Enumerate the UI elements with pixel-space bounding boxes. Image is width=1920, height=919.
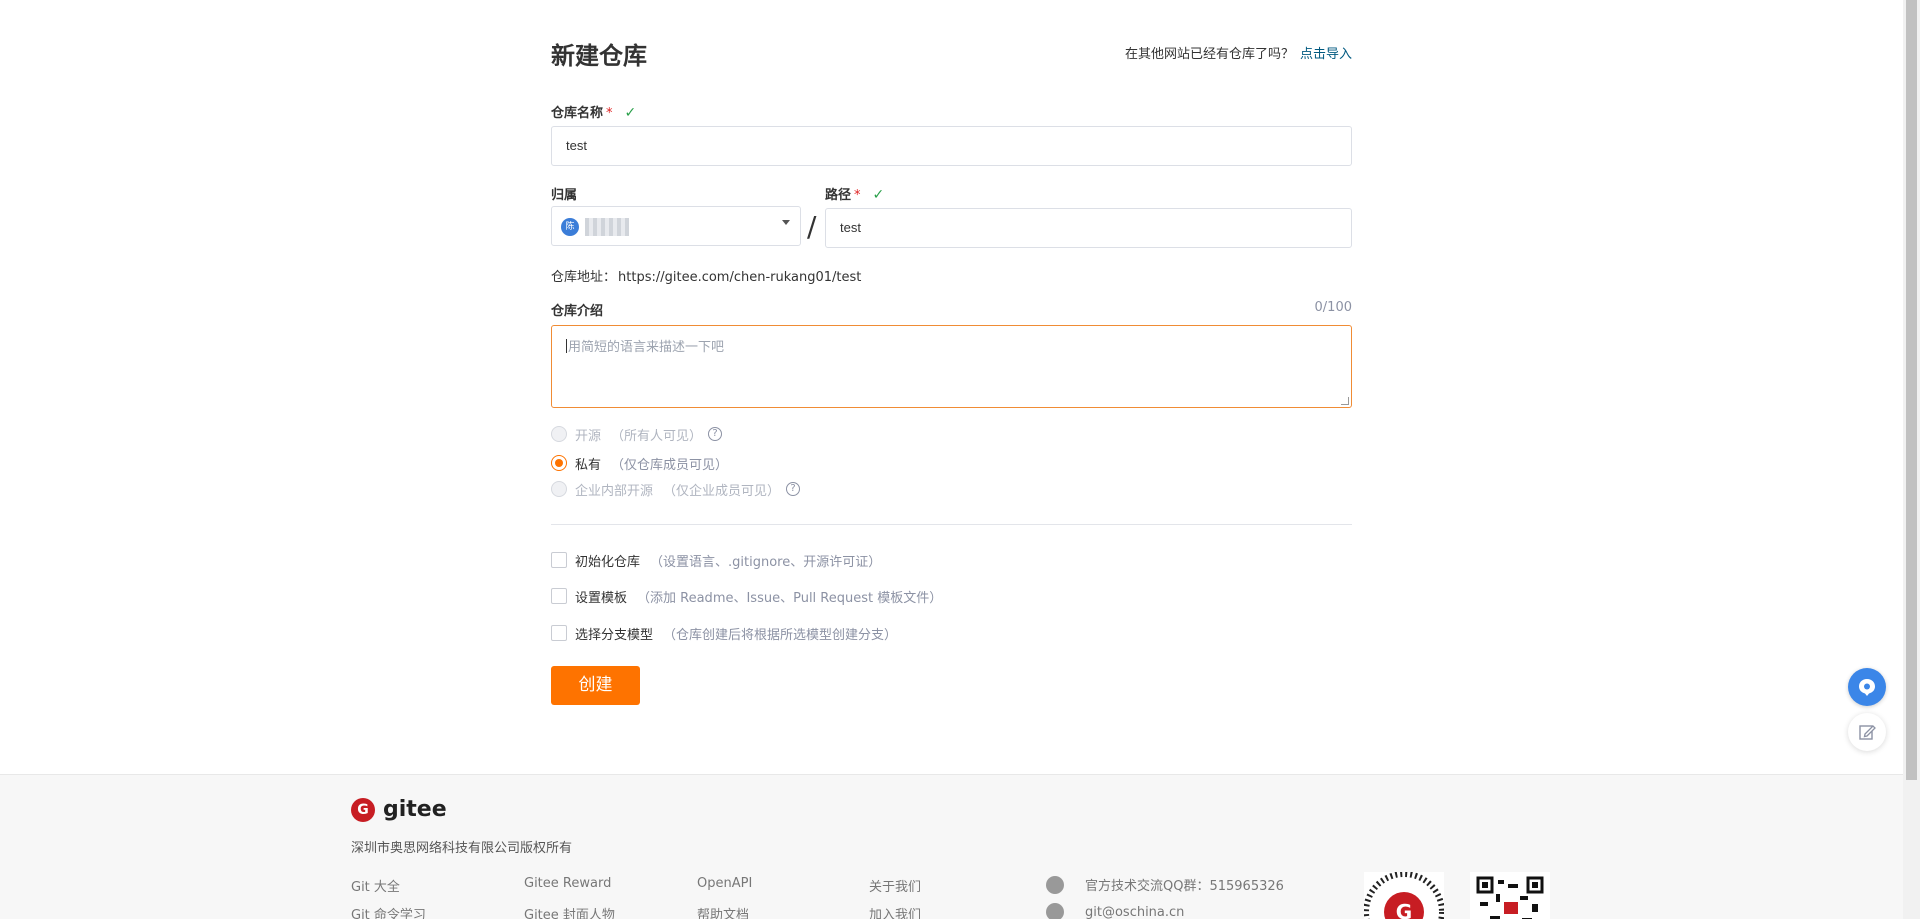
- footer-link[interactable]: 关于我们: [869, 876, 921, 895]
- page-title: 新建仓库: [551, 42, 647, 70]
- visibility-label: 开源: [575, 428, 602, 444]
- option-template[interactable]: 设置模板 （添加 Readme、Issue、Pull Request 模板文件）: [551, 586, 942, 606]
- option-hint: （设置语言、.gitignore、开源许可证）: [650, 554, 882, 570]
- edit-icon: [1859, 725, 1876, 740]
- qr-code-image: G: [1364, 872, 1444, 919]
- description-label: 仓库介绍: [551, 304, 604, 319]
- radio-button[interactable]: [551, 481, 567, 497]
- contact-qq-text: 官方技术交流QQ群：515965326: [1085, 879, 1284, 894]
- visibility-hint: （所有人可见）: [611, 428, 703, 444]
- owner-label: 归属: [551, 188, 578, 203]
- repo-address-label: 仓库地址：: [551, 270, 617, 285]
- option-branch-model[interactable]: 选择分支模型 （仓库创建后将根据所选模型创建分支）: [551, 623, 897, 643]
- option-label: 初始化仓库: [575, 554, 641, 570]
- gitee-logo-icon: G: [351, 797, 375, 822]
- option-label: 选择分支模型: [575, 627, 654, 643]
- create-button[interactable]: 创建: [551, 666, 640, 705]
- visibility-label: 企业内部开源: [575, 483, 654, 499]
- option-label: 设置模板: [575, 590, 628, 606]
- path-label: 路径 * ✓: [825, 184, 884, 203]
- contact-email-text[interactable]: git@oschina.cn: [1085, 905, 1184, 919]
- visibility-label: 私有: [575, 457, 602, 473]
- owner-select[interactable]: 陈: [551, 206, 801, 246]
- chat-assistant-button[interactable]: [1848, 668, 1886, 706]
- qq-icon: [1046, 875, 1064, 894]
- resize-handle-icon[interactable]: [1341, 397, 1349, 405]
- owner-name-redacted: [585, 218, 629, 236]
- svg-text:G: G: [1396, 900, 1412, 919]
- visibility-option-public[interactable]: 开源 （所有人可见） ?: [551, 424, 723, 444]
- repo-name-input[interactable]: test: [551, 126, 1352, 166]
- help-icon[interactable]: ?: [708, 427, 723, 441]
- footer-link[interactable]: Gitee Reward: [524, 876, 611, 891]
- visibility-hint: （仅仓库成员可见）: [611, 457, 729, 473]
- path-input[interactable]: test: [825, 208, 1352, 248]
- footer-link[interactable]: 帮助文档: [697, 904, 749, 919]
- option-hint: （仓库创建后将根据所选模型创建分支）: [663, 627, 898, 643]
- path-separator: /: [807, 210, 817, 243]
- checkbox[interactable]: [551, 552, 567, 568]
- repo-name-label-text: 仓库名称: [551, 106, 604, 121]
- scrollbar-thumb[interactable]: [1906, 0, 1917, 780]
- radio-button[interactable]: [551, 455, 567, 471]
- qr-code-image: [1476, 876, 1548, 919]
- footer-link[interactable]: 加入我们: [869, 904, 921, 919]
- repo-name-label: 仓库名称 * ✓: [551, 102, 636, 121]
- option-init-repo[interactable]: 初始化仓库 （设置语言、.gitignore、开源许可证）: [551, 550, 881, 570]
- scrollbar[interactable]: [1903, 0, 1920, 919]
- footer-link[interactable]: Gitee 封面人物: [524, 904, 615, 919]
- repo-address-value: https://gitee.com/chen-rukang01/test: [618, 270, 862, 285]
- required-mark: *: [606, 106, 613, 121]
- wechat-qr-code: [1470, 872, 1550, 919]
- text-cursor: [566, 339, 567, 353]
- mini-program-qr-code: G: [1364, 872, 1444, 919]
- footer-link[interactable]: Git 命令学习: [351, 904, 426, 919]
- description-counter: 0/100: [1314, 300, 1352, 315]
- check-icon: ✓: [872, 187, 885, 203]
- checkbox[interactable]: [551, 625, 567, 641]
- footer-link[interactable]: OpenAPI: [697, 876, 752, 891]
- radio-button[interactable]: [551, 426, 567, 442]
- footer: G gitee 深圳市奥思网络科技有限公司版权所有 Git 大全 Git 命令学…: [0, 774, 1903, 919]
- gitee-logo-text: gitee: [383, 797, 447, 822]
- checkbox[interactable]: [551, 588, 567, 604]
- import-link[interactable]: 点击导入: [1300, 47, 1352, 62]
- copyright: 深圳市奥思网络科技有限公司版权所有: [351, 841, 573, 856]
- import-hint: 在其他网站已经有仓库了吗？ 点击导入: [1125, 43, 1352, 62]
- repo-address: 仓库地址： https://gitee.com/chen-rukang01/tes…: [551, 266, 861, 285]
- footer-link[interactable]: Git 大全: [351, 876, 400, 895]
- visibility-hint: （仅企业成员可见）: [663, 483, 781, 499]
- check-icon: ✓: [624, 105, 637, 121]
- visibility-option-enterprise[interactable]: 企业内部开源 （仅企业成员可见） ?: [551, 479, 801, 499]
- required-mark: *: [854, 188, 861, 203]
- option-hint: （添加 Readme、Issue、Pull Request 模板文件）: [637, 590, 943, 606]
- divider: [551, 524, 1352, 525]
- help-icon[interactable]: ?: [786, 482, 801, 496]
- contact-qq: 官方技术交流QQ群：515965326: [1046, 875, 1284, 894]
- description-placeholder: 用简短的语言来描述一下吧: [568, 339, 725, 354]
- mail-icon: [1046, 903, 1064, 919]
- feedback-button[interactable]: [1848, 713, 1886, 751]
- description-textarea[interactable]: 用简短的语言来描述一下吧: [551, 325, 1352, 408]
- avatar: 陈: [561, 218, 579, 236]
- visibility-option-private[interactable]: 私有 （仅仓库成员可见）: [551, 453, 728, 473]
- gitee-logo[interactable]: G gitee: [351, 797, 447, 822]
- path-label-text: 路径: [825, 188, 852, 203]
- import-question: 在其他网站已经有仓库了吗？: [1124, 47, 1294, 62]
- chat-icon: [1859, 679, 1875, 696]
- chevron-down-icon: [782, 220, 790, 225]
- contact-email: git@oschina.cn: [1046, 903, 1184, 919]
